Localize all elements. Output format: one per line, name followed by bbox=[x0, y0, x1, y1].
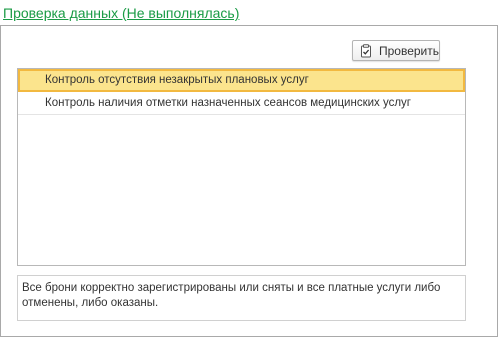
list-item-label: Контроль наличия отметки назначенных сеа… bbox=[45, 97, 411, 109]
page-title[interactable]: Проверка данных (Не выполнялась) bbox=[3, 5, 239, 21]
data-check-page: Проверка данных (Не выполнялась) Провери… bbox=[0, 0, 500, 339]
list-item-label: Контроль отсутствия незакрытых плановых … bbox=[45, 74, 309, 86]
check-button[interactable]: Проверить bbox=[352, 40, 440, 61]
check-button-label: Проверить bbox=[379, 43, 440, 58]
clipboard-check-icon bbox=[359, 43, 373, 58]
result-message-text: Все брони корректно зарегистрированы или… bbox=[22, 282, 441, 309]
result-message: Все брони корректно зарегистрированы или… bbox=[17, 275, 466, 321]
list-item-open-planned-services[interactable]: Контроль отсутствия незакрытых плановых … bbox=[18, 69, 465, 92]
list-item-scheduled-sessions-mark[interactable]: Контроль наличия отметки назначенных сеа… bbox=[18, 92, 465, 115]
check-list[interactable]: Контроль отсутствия незакрытых плановых … bbox=[17, 68, 466, 266]
